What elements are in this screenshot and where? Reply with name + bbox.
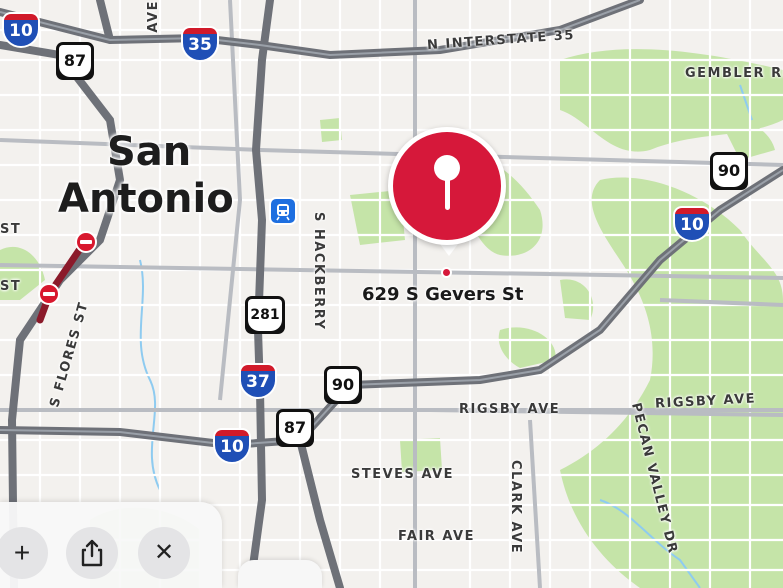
shield-number: 87 [279,412,311,444]
train-station-icon[interactable] [269,197,297,225]
road-closure-icon[interactable] [38,283,60,305]
shield-number: 281 [248,299,282,331]
us-highway-shield-90-south[interactable]: 90 [324,366,362,404]
shield-number: 90 [327,369,359,401]
city-label-line-1: San [107,129,192,175]
us-highway-shield-90[interactable]: 90 [710,152,748,190]
us-highway-shield-87[interactable]: 87 [56,42,94,80]
shield-number: 35 [181,34,219,62]
street-label-rigsby-west: RIGSBY AVE [459,402,561,417]
selected-place-label[interactable]: 629 S Gevers St [362,284,523,305]
plus-icon: + [13,537,31,568]
interstate-shield-10[interactable]: 10 [2,12,40,48]
street-label-steves: STEVES AVE [351,467,455,482]
street-label-st-1: ST [0,222,22,237]
location-pin-icon[interactable] [388,127,506,245]
street-label-st-2: ST [0,279,22,294]
interstate-shield-10-south[interactable]: 10 [213,428,251,464]
share-button[interactable] [66,527,118,579]
street-label-hackberry: S HACKBERRY [311,212,326,331]
shield-number: 87 [59,45,91,77]
shield-number: 10 [213,436,251,464]
interstate-shield-35[interactable]: 35 [181,26,219,62]
interstate-shield-10-east[interactable]: 10 [673,206,711,242]
interstate-shield-37[interactable]: 37 [239,363,277,399]
road-closure-icon[interactable] [75,231,97,253]
close-icon: ✕ [153,539,175,566]
share-icon [81,539,103,567]
close-button[interactable]: ✕ [138,527,190,579]
city-label-line-2: Antonio [58,176,234,222]
street-label-gembler: GEMBLER RE [685,66,783,81]
street-label-clark: CLARK AVE [508,460,523,555]
street-label-fair: FAIR AVE [398,529,475,544]
shield-number: 10 [673,214,711,242]
us-highway-shield-281[interactable]: 281 [245,296,285,334]
sheet-tab[interactable] [238,560,322,588]
pin-stem [445,178,450,210]
pin-location-dot [441,267,452,278]
shield-number: 90 [713,155,745,187]
shield-number: 10 [2,20,40,48]
shield-number: 37 [239,371,277,399]
street-label-ave: AVE [146,0,161,33]
us-highway-shield-87-south[interactable]: 87 [276,409,314,447]
